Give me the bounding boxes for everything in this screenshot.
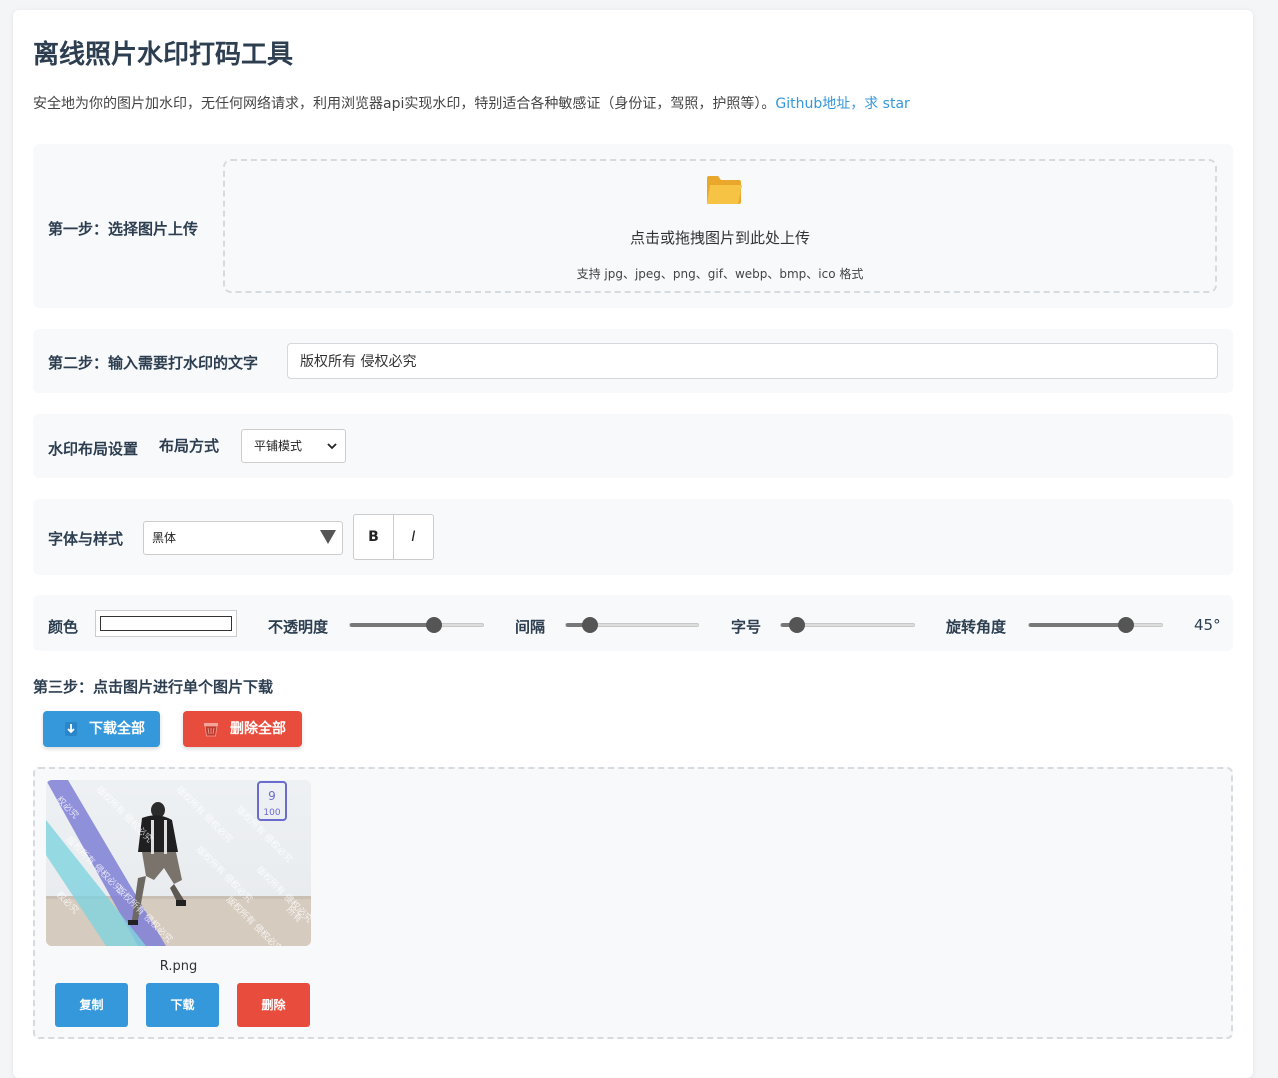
font-family-value: 黑体: [152, 531, 177, 545]
spacing-slider-thumb[interactable]: [581, 617, 598, 633]
layout-mode-value: 平铺模式: [254, 439, 303, 453]
step1-section: 第一步：选择图片上传 点击或拖拽图片到此处上传 支持 jpg、jpeg、png、…: [33, 144, 1233, 308]
svg-text:版权所有 侵权必究: 版权所有 侵权必究: [194, 844, 255, 905]
color-label: 颜色: [48, 618, 79, 636]
rotation-slider-thumb[interactable]: [1118, 617, 1135, 633]
copy-button[interactable]: 复制: [55, 983, 128, 1027]
opacity-label: 不透明度: [268, 618, 329, 636]
upload-text: 点击或拖拽图片到此处上传: [629, 229, 810, 247]
bold-button[interactable]: B: [353, 514, 394, 560]
main-card: 离线照片水印打码工具 安全地为你的图片加水印，无任何网络请求，利用浏览器api实…: [13, 10, 1253, 1078]
layout-mode-label: 布局方式: [159, 437, 220, 455]
style-section: 颜色 不透明度 间隔 字号 旋转角度 45°: [33, 595, 1233, 651]
download-all-button[interactable]: 下载全部: [43, 711, 160, 747]
image-filename: R.png: [159, 959, 198, 974]
page-title: 离线照片水印打码工具: [33, 40, 294, 70]
delete-all-button[interactable]: 删除全部: [183, 711, 302, 747]
svg-text:版权所有 侵权必究: 版权所有 侵权必究: [94, 784, 155, 845]
font-label: 字体与样式: [48, 530, 124, 548]
spacing-slider[interactable]: [565, 617, 699, 633]
rotation-label: 旋转角度: [946, 618, 1007, 636]
font-section: 字体与样式 黑体 B I: [33, 499, 1233, 575]
step2-label: 第二步：输入需要打水印的文字: [48, 354, 259, 372]
color-picker[interactable]: [95, 610, 237, 637]
rotation-slider[interactable]: [1028, 617, 1163, 633]
download-button[interactable]: 下载: [146, 983, 219, 1027]
size-slider[interactable]: [780, 617, 915, 633]
download-arrow-icon: [65, 722, 77, 736]
chevron-down-icon: [327, 443, 337, 450]
photo-preview: 9 100 权必究 版权所有 侵权必究 版权所有 侵权必究 版权所有 侵权必究 …: [46, 780, 311, 946]
opacity-slider-thumb[interactable]: [425, 617, 442, 633]
delete-all-label: 删除全部: [230, 721, 286, 737]
download-all-label: 下载全部: [89, 721, 145, 737]
rotation-slider-fill: [1029, 623, 1127, 627]
step2-section: 第二步：输入需要打水印的文字: [33, 329, 1233, 393]
watermarked-image-thumbnail[interactable]: 9 100 权必究 版权所有 侵权必究 版权所有 侵权必究 版权所有 侵权必究 …: [46, 780, 311, 946]
step1-label: 第一步：选择图片上传: [48, 220, 199, 238]
size-label: 字号: [731, 618, 762, 636]
step3-label: 第三步：点击图片进行单个图片下载: [33, 678, 274, 696]
layout-section: 水印布局设置 布局方式 平铺模式: [33, 414, 1233, 478]
trash-basket-icon: [204, 723, 218, 737]
size-slider-thumb[interactable]: [788, 617, 805, 633]
font-family-select[interactable]: 黑体: [143, 521, 343, 555]
color-swatch: [100, 616, 232, 631]
upload-dropzone[interactable]: 点击或拖拽图片到此处上传 支持 jpg、jpeg、png、gif、webp、bm…: [223, 159, 1217, 293]
italic-button[interactable]: I: [393, 514, 434, 560]
opacity-slider[interactable]: [349, 617, 484, 633]
dropdown-triangle-icon: [320, 530, 336, 544]
delete-button[interactable]: 删除: [237, 983, 310, 1027]
layout-label: 水印布局设置: [48, 440, 139, 458]
layout-mode-select[interactable]: 平铺模式: [241, 429, 346, 463]
page-description: 安全地为你的图片加水印，无任何网络请求，利用浏览器api实现水印，特别适合各种敏…: [33, 93, 910, 113]
svg-text:版权所有 侵权必究: 版权所有 侵权必究: [174, 784, 235, 845]
rotation-value: 45°: [1194, 616, 1221, 634]
folder-icon: [707, 176, 742, 204]
opacity-slider-fill: [350, 623, 434, 627]
svg-text:9: 9: [268, 789, 276, 803]
upload-hint: 支持 jpg、jpeg、png、gif、webp、bmp、ico 格式: [576, 267, 864, 281]
github-link[interactable]: Github地址，求 star: [775, 96, 909, 112]
spacing-label: 间隔: [515, 618, 546, 636]
svg-text:100: 100: [263, 808, 280, 818]
image-gallery: 9 100 权必究 版权所有 侵权必究 版权所有 侵权必究 版权所有 侵权必究 …: [33, 767, 1233, 1039]
watermark-text-input[interactable]: [287, 343, 1218, 379]
description-text: 安全地为你的图片加水印，无任何网络请求，利用浏览器api实现水印，特别适合各种敏…: [33, 96, 776, 112]
